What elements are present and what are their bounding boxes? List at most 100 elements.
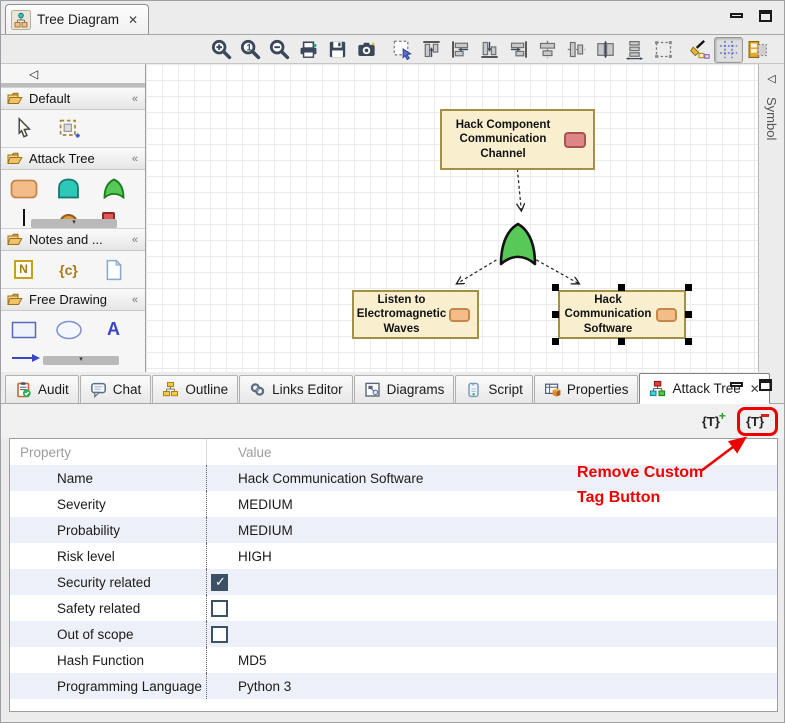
and-gate-tool[interactable] — [46, 178, 91, 199]
distribute-boxes-button[interactable] — [620, 37, 649, 63]
selection-handle[interactable] — [685, 338, 692, 345]
node-listen-to-electromagnetic-waves[interactable]: Listen to Electromagnetic Waves — [352, 290, 479, 339]
maximize-button[interactable] — [759, 10, 772, 22]
tab-properties[interactable]: Properties — [534, 375, 639, 403]
table-row[interactable]: Hash Function MD5 — [10, 647, 777, 673]
note-tool[interactable]: N — [1, 260, 46, 279]
diagram-canvas[interactable]: Hack Component Communication Channel Lis… — [146, 64, 758, 372]
edge-gate-to-right[interactable] — [536, 260, 579, 284]
palette-section-default[interactable]: Default « — [1, 87, 145, 110]
palette-section-free-drawing[interactable]: Free Drawing « — [1, 288, 145, 311]
tab-chat[interactable]: Chat — [80, 375, 152, 403]
property-value[interactable]: HIGH — [206, 543, 777, 569]
selection-handle[interactable] — [618, 338, 625, 345]
align-right-button[interactable] — [504, 37, 533, 63]
minimize-button[interactable] — [730, 13, 743, 18]
align-center-horizontal-button[interactable] — [533, 37, 562, 63]
document-tool[interactable] — [91, 259, 136, 281]
node-hack-component-communication-channel[interactable]: Hack Component Communication Channel — [440, 109, 595, 170]
align-left-button[interactable] — [446, 37, 475, 63]
annotation-line-1: Remove Custom — [577, 460, 703, 485]
maximize-button[interactable] — [759, 379, 772, 391]
table-row[interactable]: Risk level HIGH — [10, 543, 777, 569]
edge-root-to-gate[interactable] — [517, 169, 521, 211]
selection-handle[interactable] — [685, 284, 692, 291]
align-bottom-button[interactable] — [475, 37, 504, 63]
selection-handle[interactable] — [552, 338, 559, 345]
marquee-select-button[interactable] — [388, 37, 417, 63]
zoom-in-button[interactable] — [207, 37, 236, 63]
remove-custom-tag-button[interactable]: {T} — [743, 412, 772, 431]
security-related-checkbox[interactable] — [211, 574, 228, 591]
out-of-scope-checkbox[interactable] — [211, 626, 228, 643]
palette-section-notes[interactable]: Notes and ... « — [1, 228, 145, 251]
align-center-vertical-button[interactable] — [562, 37, 591, 63]
edge-gate-to-left[interactable] — [456, 260, 496, 284]
table-row[interactable]: Programming Language Python 3 — [10, 673, 777, 699]
screenshot-button[interactable] — [352, 37, 381, 63]
save-button[interactable] — [323, 37, 352, 63]
pin-section-icon[interactable]: « — [132, 93, 138, 105]
constraint-tool[interactable]: {c} — [46, 262, 91, 278]
rectangle-tool[interactable] — [1, 321, 46, 339]
expand-symbol-panel-icon[interactable]: ◁ — [767, 72, 775, 85]
align-right-icon — [508, 39, 529, 60]
match-size-button[interactable] — [591, 37, 620, 63]
save-icon — [327, 39, 348, 60]
tab-links-editor[interactable]: Links Editor — [239, 375, 353, 403]
minimize-button[interactable] — [730, 382, 743, 387]
attack-node-tool[interactable] — [1, 179, 46, 199]
tab-outline[interactable]: Outline — [152, 375, 238, 403]
zoom-original-button[interactable]: 1 — [236, 37, 265, 63]
pin-section-icon[interactable]: « — [132, 153, 138, 165]
selection-handle[interactable] — [552, 284, 559, 291]
column-header-property[interactable]: Property — [10, 445, 206, 460]
pin-section-icon[interactable]: « — [132, 234, 138, 246]
selection-handle[interactable] — [618, 284, 625, 291]
ellipse-tool[interactable] — [46, 320, 91, 340]
table-row[interactable]: Probability MEDIUM — [10, 517, 777, 543]
pin-section-icon[interactable]: « — [132, 294, 138, 306]
node-hack-communication-software[interactable]: Hack Communication Software — [558, 290, 686, 339]
property-value[interactable]: Python 3 — [206, 673, 777, 699]
or-gate-tool[interactable] — [91, 178, 136, 199]
select-tool[interactable] — [1, 117, 46, 141]
symbol-panel-collapsed[interactable]: ◁ Symbol — [758, 64, 784, 372]
align-top-button[interactable] — [417, 37, 446, 63]
connector-tool-icon[interactable] — [23, 209, 25, 226]
text-tool[interactable]: A — [91, 319, 136, 340]
safety-related-checkbox[interactable] — [211, 600, 228, 617]
print-button[interactable] — [294, 37, 323, 63]
auto-resize-button[interactable] — [649, 37, 678, 63]
toggle-grid-button[interactable] — [714, 37, 743, 63]
palette-collapse-icon[interactable]: ◁ — [29, 67, 38, 81]
selection-handle[interactable] — [685, 311, 692, 318]
format-painter-button[interactable] — [685, 37, 714, 63]
palette-section-title: Free Drawing — [29, 292, 107, 307]
add-custom-tag-button[interactable]: {T} + — [699, 412, 729, 431]
show-palette-button[interactable] — [743, 37, 772, 63]
distribute-boxes-icon — [624, 39, 645, 60]
palette-overflow-bar[interactable]: ▾ — [43, 356, 119, 365]
property-value[interactable]: MD5 — [206, 647, 777, 673]
tab-script[interactable]: Script — [455, 375, 533, 403]
marquee-tool[interactable] — [46, 117, 91, 141]
zoom-out-button[interactable] — [265, 37, 294, 63]
auto-resize-icon — [653, 39, 674, 60]
or-gate[interactable] — [498, 221, 538, 267]
selection-handle[interactable] — [552, 311, 559, 318]
tab-tree-diagram[interactable]: Tree Diagram ✕ — [5, 4, 149, 34]
palette-section-attack-tree[interactable]: Attack Tree « — [1, 147, 145, 170]
tab-diagrams[interactable]: Diagrams — [354, 375, 455, 403]
property-value[interactable]: MEDIUM — [206, 517, 777, 543]
table-row[interactable]: Security related — [10, 569, 777, 595]
tab-audit[interactable]: Audit — [5, 375, 79, 403]
arrow-tool-icon[interactable] — [11, 352, 41, 364]
add-custom-tag-label: {T} — [702, 414, 720, 429]
bottom-window-buttons — [730, 379, 772, 391]
table-row[interactable]: Safety related — [10, 595, 777, 621]
palette-overflow-bar[interactable]: ▾ — [31, 219, 117, 228]
table-row[interactable]: Out of scope — [10, 621, 777, 647]
close-tab-icon[interactable]: ✕ — [128, 13, 138, 27]
show-palette-icon — [747, 39, 768, 60]
